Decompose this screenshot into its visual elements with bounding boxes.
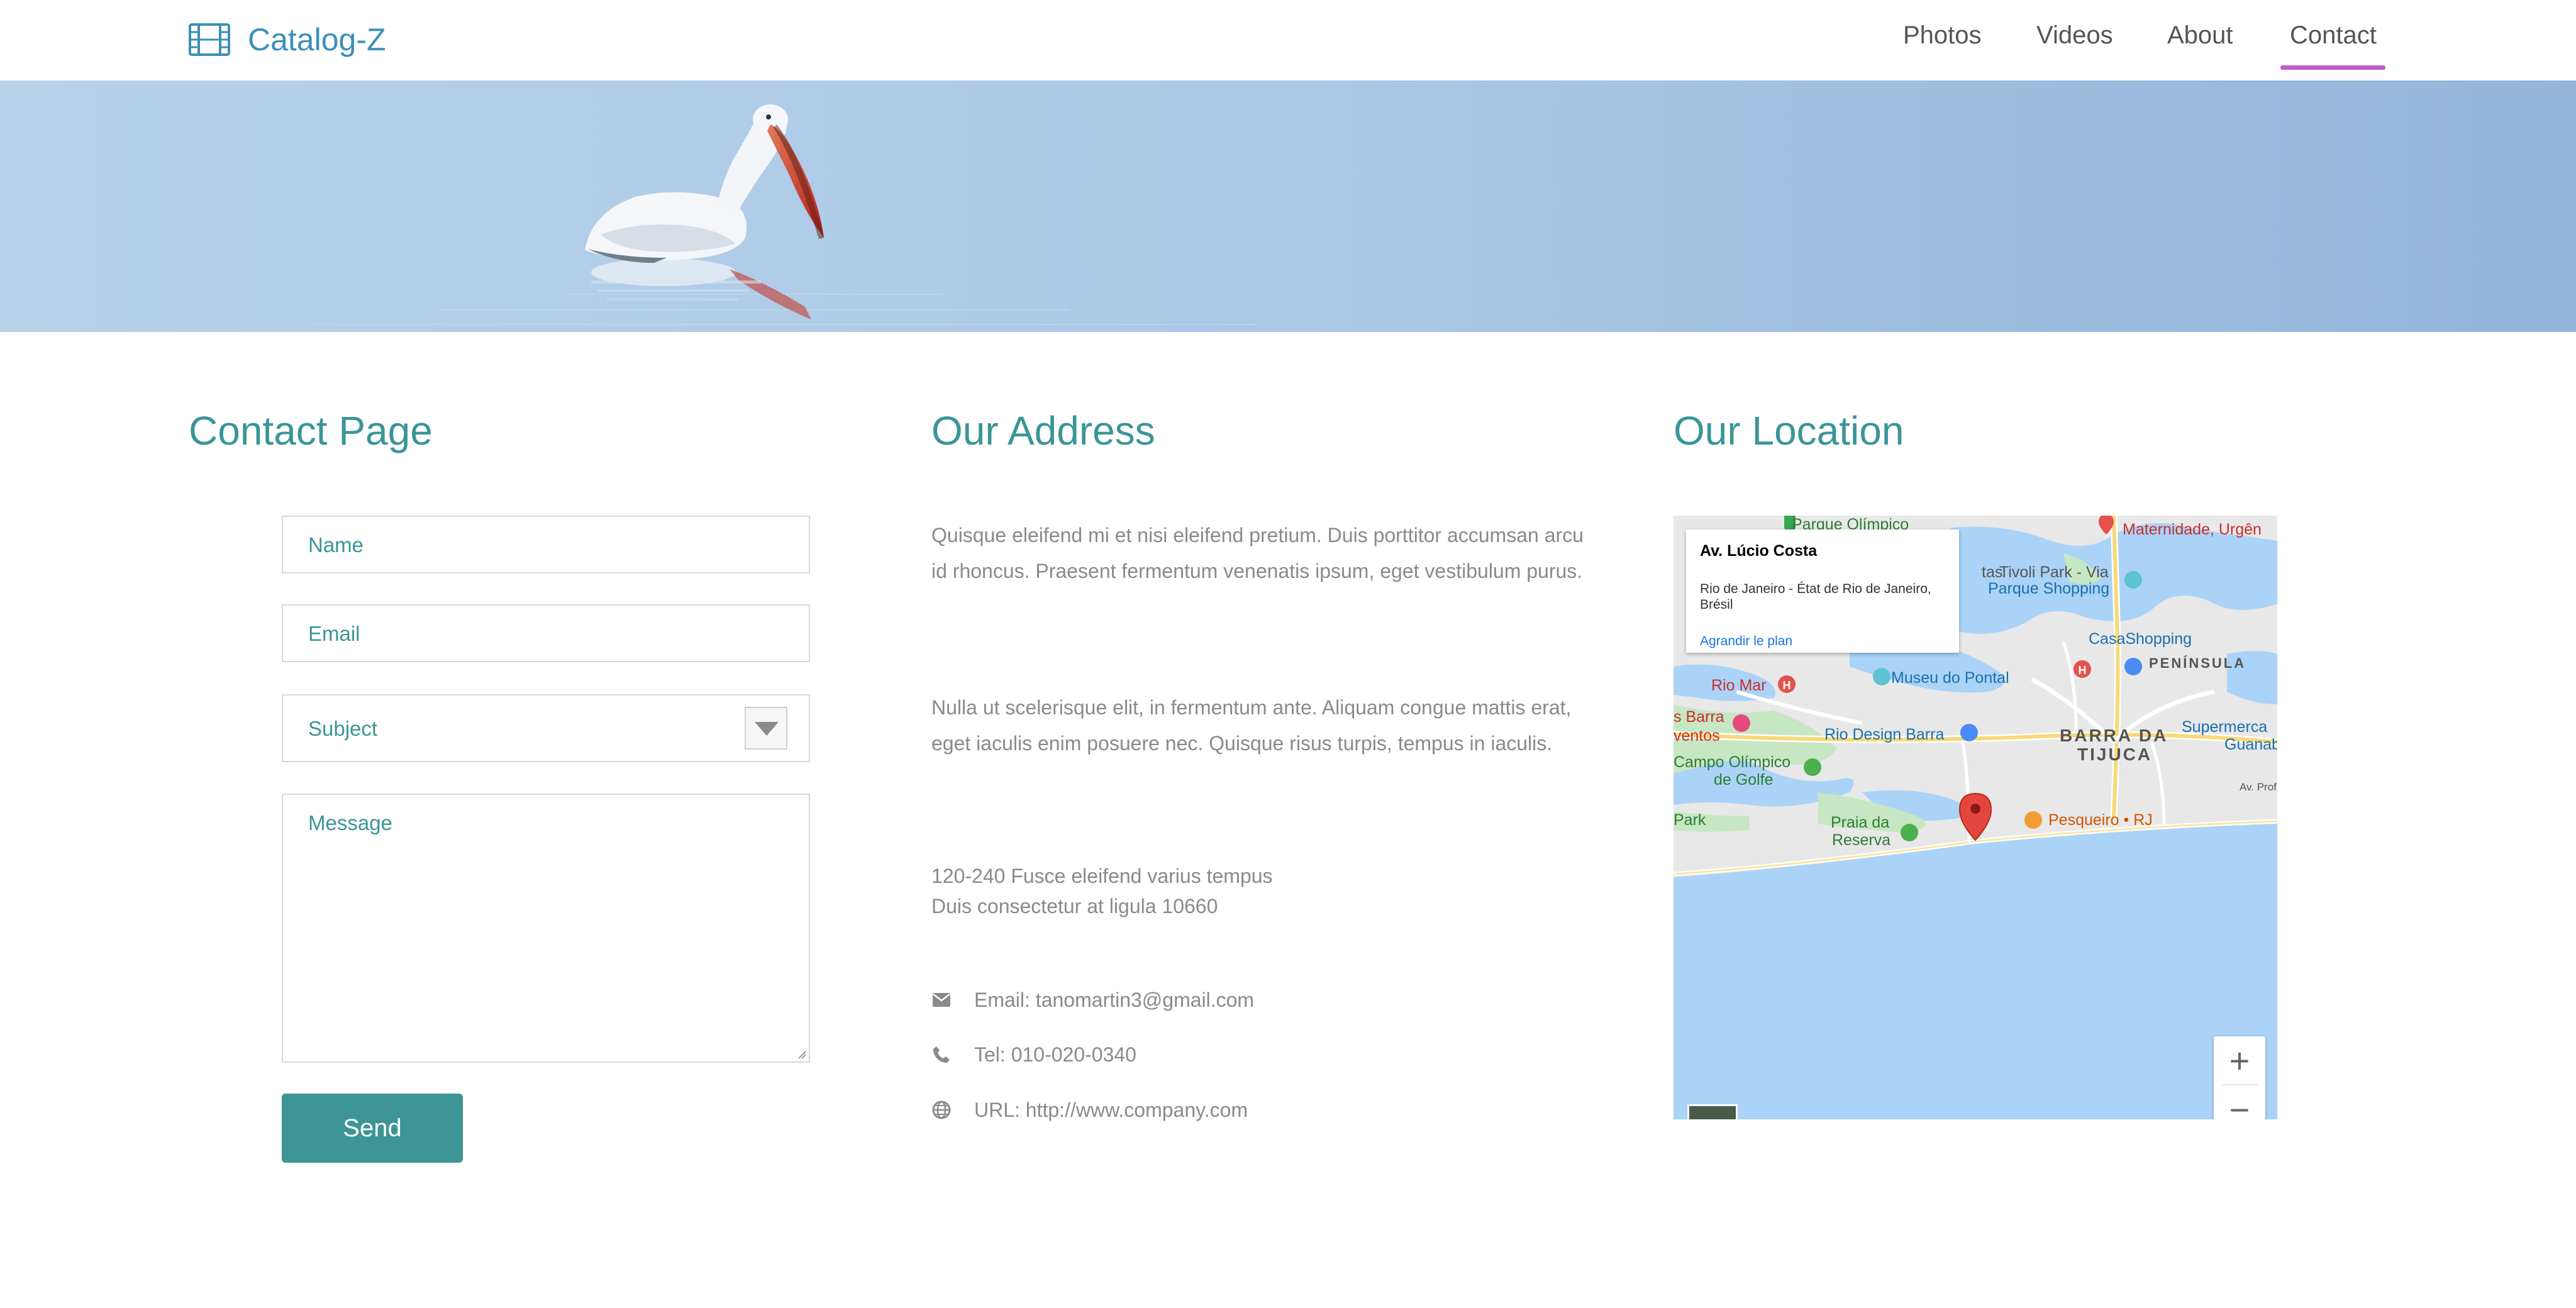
svg-text:H: H bbox=[1783, 679, 1791, 692]
tel-text: Tel: 010-020-0340 bbox=[974, 1043, 1136, 1066]
map-label-tijuca: TIJUCA bbox=[2077, 745, 2153, 764]
subject-select[interactable]: Subject bbox=[282, 694, 810, 762]
map-label-de-golfe: de Golfe bbox=[1714, 771, 1774, 789]
map-label-barra-da: BARRA DA bbox=[2060, 726, 2168, 745]
active-nav-indicator bbox=[2280, 65, 2385, 70]
map-label-rio-design: Rio Design Barra bbox=[1824, 726, 1945, 743]
contact-page-heading: Contact Page bbox=[189, 408, 433, 453]
map-label-rio-mar: Rio Mar bbox=[1711, 677, 1767, 694]
url-row: URL: http://www.company.com bbox=[931, 1097, 1248, 1122]
map-label-guanab: Guanab bbox=[2224, 736, 2277, 753]
map-info-card: Av. Lúcio Costa Rio de Janeiro - État de… bbox=[1686, 529, 1959, 653]
url-text: URL: http://www.company.com bbox=[974, 1098, 1248, 1121]
map-label-peninsula: PENÍNSULA bbox=[2149, 655, 2246, 671]
map-label-reserva: Reserva bbox=[1832, 831, 1891, 849]
email-placeholder: Email bbox=[308, 622, 360, 645]
subject-placeholder: Subject bbox=[308, 717, 378, 740]
map-info-subtitle: Rio de Janeiro - État de Rio de Janeiro,… bbox=[1700, 582, 1931, 612]
map-label-maternidade: Maternidade, Urgên bbox=[2123, 521, 2262, 538]
tel-row: Tel: 010-020-0340 bbox=[931, 1042, 1136, 1067]
message-placeholder: Message bbox=[308, 811, 392, 834]
map-label-tivoli: Tivoli Park - Via bbox=[1999, 563, 2109, 581]
satellite-toggle-thumbnail[interactable] bbox=[1687, 1104, 1738, 1119]
map-label-museu: Museu do Pontal bbox=[1891, 669, 2009, 687]
map-info-title: Av. Lúcio Costa bbox=[1700, 542, 1818, 560]
envelope-icon bbox=[931, 990, 952, 1010]
top-navbar: Catalog-Z Photos Videos About Contact bbox=[0, 0, 2576, 80]
our-address-heading: Our Address bbox=[931, 408, 1155, 453]
map-label-parque-shopping: Parque Shopping bbox=[1988, 580, 2110, 597]
map-label-park: Park bbox=[1674, 811, 1706, 829]
zoom-out-button[interactable]: − bbox=[2214, 1085, 2265, 1120]
email-text: Email: tanomartin3@gmail.com bbox=[974, 988, 1255, 1011]
enlarge-map-link[interactable]: Agrandir le plan bbox=[1700, 634, 1792, 649]
film-icon bbox=[189, 23, 230, 56]
chevron-down-icon[interactable] bbox=[745, 707, 787, 750]
nav-about[interactable]: About bbox=[2167, 21, 2233, 50]
message-textarea[interactable]: Message bbox=[282, 794, 810, 1063]
brand-name: Catalog-Z bbox=[248, 22, 386, 57]
map-label-campo: Campo Olímpico bbox=[1674, 753, 1791, 771]
map-label-av-prof: Av. Prof. D bbox=[2240, 781, 2277, 793]
nav-contact[interactable]: Contact bbox=[2290, 21, 2377, 50]
address-line-2: Duis consectetur at ligula 10660 bbox=[931, 895, 1218, 917]
nav-videos[interactable]: Videos bbox=[2036, 21, 2113, 50]
address-paragraph-1: Quisque eleifend mi et nisi eleifend pre… bbox=[931, 524, 1584, 582]
map-label-pesqueiro: Pesqueiro • RJ bbox=[2048, 811, 2153, 829]
resize-grip-icon[interactable] bbox=[796, 1049, 806, 1059]
map-label-casashopping: CasaShopping bbox=[2089, 630, 2192, 648]
location-map[interactable]: H H Parque Olímpico Maternidade, Urgên t… bbox=[1674, 516, 2277, 1119]
map-label-s-barra: s Barra bbox=[1674, 708, 1724, 726]
phone-icon bbox=[931, 1045, 952, 1065]
map-label-ventos: ventos bbox=[1674, 727, 1720, 745]
name-field[interactable]: Name bbox=[282, 516, 810, 574]
email-field[interactable]: Email bbox=[282, 604, 810, 662]
hero-pelican-image bbox=[0, 80, 2576, 332]
svg-text:H: H bbox=[2079, 664, 2087, 677]
email-row: Email: tanomartin3@gmail.com bbox=[931, 987, 1254, 1012]
address-paragraph-2: Nulla ut scelerisque elit, in fermentum … bbox=[931, 696, 1572, 755]
address-line-1: 120-240 Fusce eleifend varius tempus bbox=[931, 865, 1273, 887]
globe-icon bbox=[931, 1100, 952, 1120]
nav-photos[interactable]: Photos bbox=[1903, 21, 1982, 50]
map-label-supermerca: Supermerca bbox=[2182, 718, 2268, 736]
map-label-praia-da: Praia da bbox=[1831, 814, 1890, 831]
hero-banner bbox=[0, 80, 2576, 332]
send-button[interactable]: Send bbox=[282, 1094, 463, 1163]
map-zoom-control: + − bbox=[2214, 1036, 2265, 1119]
zoom-in-button[interactable]: + bbox=[2214, 1036, 2265, 1084]
our-location-heading: Our Location bbox=[1674, 408, 1904, 453]
name-placeholder: Name bbox=[308, 533, 364, 557]
brand-logo-link[interactable]: Catalog-Z bbox=[189, 19, 386, 60]
